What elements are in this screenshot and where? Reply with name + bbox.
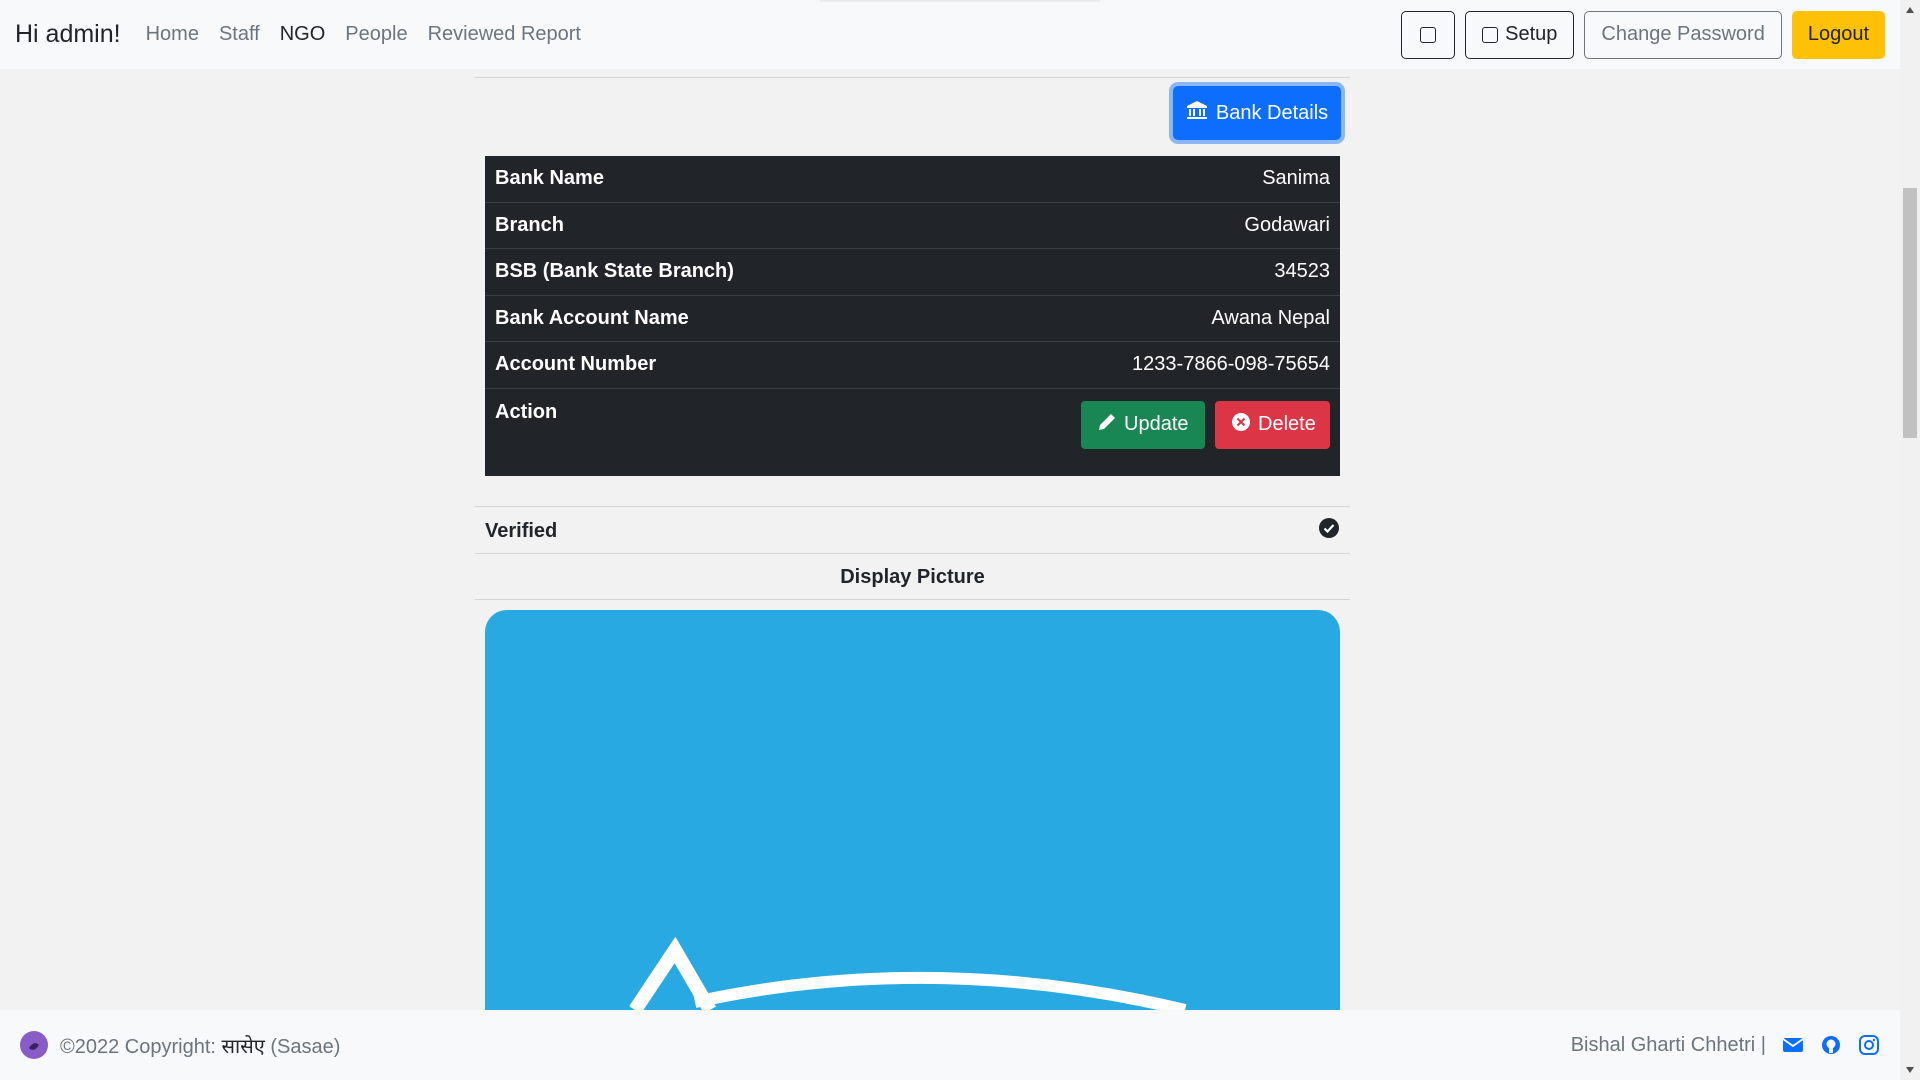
action-row: Action Update Delete xyxy=(485,389,1340,477)
sasae-logo-icon xyxy=(20,1031,48,1059)
copyright-text: ©2022 Copyright: सासेए (Sasae) xyxy=(60,1032,340,1059)
row-value: 1233-7866-098-75654 xyxy=(1132,353,1330,376)
delete-label: Delete xyxy=(1258,413,1316,435)
update-button[interactable]: Update xyxy=(1081,400,1205,449)
setup-label: Setup xyxy=(1505,23,1558,45)
table-row: Account Number 1233-7866-098-75654 xyxy=(485,342,1340,389)
pencil-icon xyxy=(1097,412,1117,438)
author-name: Bishal Gharti Chhetri | xyxy=(1570,1033,1766,1056)
logout-button[interactable]: Logout xyxy=(1791,10,1885,59)
footer-links: Bishal Gharti Chhetri | xyxy=(1571,1034,1880,1057)
theme-toggle-button[interactable] xyxy=(1401,10,1456,59)
divider xyxy=(475,506,1350,507)
row-label: Bank Account Name xyxy=(495,306,689,329)
nav-home[interactable]: Home xyxy=(136,23,209,46)
nav-staff[interactable]: Staff xyxy=(209,23,270,46)
checkbox-icon xyxy=(1482,26,1499,43)
nav-reviewed-report[interactable]: Reviewed Report xyxy=(418,23,591,46)
action-label: Action xyxy=(495,400,558,423)
bank-details-button[interactable]: Bank Details xyxy=(1173,86,1341,140)
display-picture-image xyxy=(629,936,1187,1010)
row-label: BSB (Bank State Branch) xyxy=(495,260,734,283)
update-label: Update xyxy=(1124,413,1189,435)
row-label: Branch xyxy=(495,213,564,236)
divider xyxy=(475,599,1350,600)
table-row: BSB (Bank State Branch) 34523 xyxy=(485,249,1340,296)
checkbox-icon xyxy=(1420,26,1437,43)
nav-people[interactable]: People xyxy=(335,23,417,46)
scrollbar-thumb[interactable] xyxy=(1903,188,1917,438)
scroll-up-arrow-icon[interactable] xyxy=(1905,6,1915,14)
verified-label: Verified xyxy=(485,519,558,542)
table-row: Bank Account Name Awana Nepal xyxy=(485,296,1340,342)
top-shadow xyxy=(820,0,1100,3)
copyright-label: ©2022 Copyright: xyxy=(60,1035,216,1058)
action-buttons: Update Delete xyxy=(1081,400,1330,449)
scroll-down-arrow-icon[interactable] xyxy=(1905,1066,1915,1074)
bank-icon xyxy=(1186,100,1208,126)
row-value: Awana Nepal xyxy=(1211,306,1330,329)
github-icon[interactable] xyxy=(1820,1034,1842,1056)
row-value: 34523 xyxy=(1274,260,1330,283)
row-label: Bank Name xyxy=(495,167,604,190)
navbar: Hi admin! Home Staff NGO People Reviewed… xyxy=(0,0,1900,69)
bank-details-table: Bank Name Sanima Branch Godawari BSB (Ba… xyxy=(485,156,1340,476)
row-label: Account Number xyxy=(495,353,657,376)
table-row: Branch Godawari xyxy=(485,203,1340,249)
footer: ©2022 Copyright: सासेए (Sasae) Bishal Gh… xyxy=(0,1010,1900,1080)
email-icon[interactable] xyxy=(1782,1036,1804,1054)
display-picture xyxy=(485,610,1340,1010)
row-value: Sanima xyxy=(1262,167,1330,190)
setup-button[interactable]: Setup xyxy=(1465,10,1575,59)
nav-ngo[interactable]: NGO xyxy=(270,23,336,46)
divider xyxy=(475,553,1350,554)
copyright-brand[interactable]: सासेए xyxy=(222,1036,265,1058)
display-picture-title: Display Picture xyxy=(840,565,985,588)
verified-row: Verified xyxy=(485,510,1340,552)
instagram-icon[interactable] xyxy=(1858,1034,1880,1056)
change-password-button[interactable]: Change Password xyxy=(1584,10,1782,59)
verified-badge-icon xyxy=(1318,517,1340,545)
bank-details-label: Bank Details xyxy=(1215,101,1329,124)
delete-button[interactable]: Delete xyxy=(1215,400,1330,449)
divider xyxy=(475,77,1350,78)
row-value: Godawari xyxy=(1244,213,1330,236)
vertical-scrollbar[interactable] xyxy=(1900,0,1920,1080)
greeting-brand[interactable]: Hi admin! xyxy=(15,20,121,49)
table-row: Bank Name Sanima xyxy=(485,156,1340,203)
copyright-brand-latin: (Sasae) xyxy=(270,1035,341,1058)
navbar-actions: Setup Change Password Logout xyxy=(1401,10,1885,59)
close-circle-icon xyxy=(1231,412,1251,438)
